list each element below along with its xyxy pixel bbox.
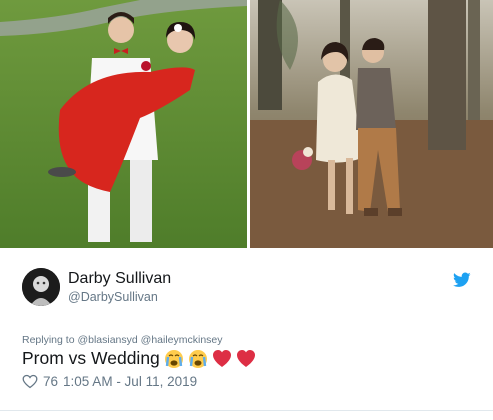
tweet-body: Prom vs Wedding <box>22 348 160 368</box>
loudly-crying-face-icon <box>164 349 184 369</box>
author-handle[interactable]: @DarbySullivan <box>68 290 158 304</box>
red-heart-icon <box>212 349 232 369</box>
avatar[interactable] <box>22 268 60 306</box>
author-display-name[interactable]: Darby Sullivan <box>68 270 171 288</box>
reply-mention[interactable]: @haileymckinsey <box>141 334 223 346</box>
like-count[interactable]: 76 <box>43 374 58 389</box>
loudly-crying-face-icon <box>188 349 208 369</box>
divider <box>0 410 493 411</box>
tweet-media[interactable] <box>0 0 493 248</box>
tweet-text: Prom vs Wedding <box>22 348 256 369</box>
heart-outline-icon[interactable] <box>22 374 38 389</box>
tweet-meta: 76 1:05 AM - Jul 11, 2019 <box>22 374 197 389</box>
reply-prefix: Replying to <box>22 334 75 346</box>
wedding-photo[interactable] <box>250 0 493 248</box>
tweet-card: Darby Sullivan @DarbySullivan Replying t… <box>0 248 493 420</box>
twitter-bird-icon[interactable] <box>453 272 471 288</box>
reply-mention[interactable]: @blasiansyd <box>77 334 137 346</box>
reply-context: Replying to @blasiansyd @haileymckinsey <box>22 334 223 346</box>
prom-photo[interactable] <box>0 0 247 248</box>
red-heart-icon <box>236 349 256 369</box>
tweet-timestamp[interactable]: 1:05 AM - Jul 11, 2019 <box>63 374 197 389</box>
